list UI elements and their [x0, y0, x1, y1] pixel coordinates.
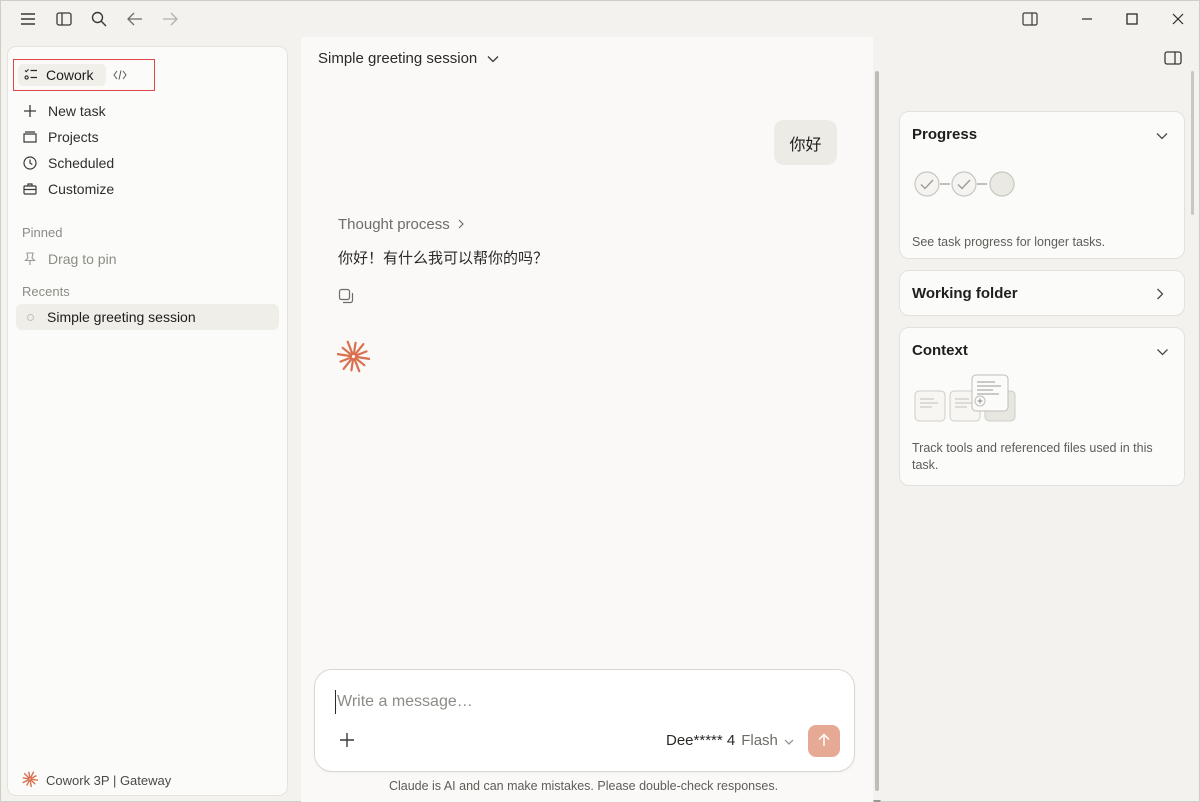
drag-to-pin-label: Drag to pin [48, 251, 117, 267]
app-window: Cowork New task Projects Scheduled Custo… [0, 0, 1200, 802]
menu-icon[interactable] [16, 7, 40, 31]
title-bar [1, 1, 1200, 37]
thought-process-toggle[interactable]: Thought process [338, 216, 464, 233]
progress-title: Progress [912, 126, 978, 143]
chevron-down-icon[interactable] [1156, 343, 1170, 357]
recent-item-label: Simple greeting session [47, 309, 196, 325]
copy-icon[interactable] [338, 288, 354, 304]
nav-scheduled-label: Scheduled [48, 155, 115, 171]
user-message: 你好 [774, 120, 837, 165]
nav-customize-label: Customize [48, 181, 115, 197]
code-mode-icon[interactable] [110, 65, 130, 85]
chevron-down-icon [784, 732, 794, 749]
nav-new-task[interactable]: New task [22, 100, 106, 122]
context-files-illustration [913, 373, 1019, 428]
recents-heading: Recents [22, 284, 70, 299]
chevron-right-icon [1156, 287, 1170, 301]
clock-icon [22, 155, 38, 171]
user-message-text: 你好 [789, 134, 822, 154]
back-arrow-icon[interactable] [123, 7, 147, 31]
message-composer: Dee***** 4 Flash [314, 669, 855, 772]
workspace-footer[interactable]: Cowork 3P | Gateway [22, 771, 171, 790]
drag-to-pin-area[interactable]: Drag to pin [22, 248, 116, 270]
progress-card: Progress See task progress for longer ta… [899, 111, 1185, 259]
nav-projects-label: Projects [48, 129, 99, 145]
assistant-message: 你好！有什么我可以帮你的吗？ [338, 249, 549, 267]
main-scrollbar[interactable] [875, 71, 879, 791]
attach-plus-button[interactable] [337, 730, 357, 750]
minimize-icon[interactable] [1075, 7, 1099, 31]
close-icon[interactable] [1166, 7, 1190, 31]
progress-steps-illustration [913, 170, 1019, 203]
working-folder-card[interactable]: Working folder [899, 270, 1185, 316]
pin-icon [22, 251, 38, 267]
chevron-down-icon[interactable] [1156, 127, 1170, 141]
sidebar-toggle-icon[interactable] [52, 7, 76, 31]
nav-new-task-label: New task [48, 103, 106, 119]
model-variant: Flash [741, 732, 778, 749]
message-input[interactable] [335, 690, 815, 714]
context-title: Context [912, 342, 968, 359]
session-title-dropdown[interactable]: Simple greeting session [318, 50, 499, 67]
right-panel-scrollbar[interactable] [1191, 71, 1194, 215]
session-title: Simple greeting session [318, 50, 478, 67]
chevron-down-icon [487, 50, 499, 67]
side-panel-toggle-icon[interactable] [1164, 51, 1184, 69]
folder-icon [22, 129, 38, 145]
nav-scheduled[interactable]: Scheduled [22, 152, 114, 174]
session-status-dot [27, 313, 34, 321]
arrow-up-icon [818, 732, 830, 750]
plus-icon [22, 103, 38, 119]
recent-item[interactable]: Simple greeting session [16, 304, 279, 330]
thought-process-label: Thought process [338, 216, 450, 233]
send-button[interactable] [808, 725, 840, 757]
ai-disclaimer: Claude is AI and can make mistakes. Plea… [388, 779, 779, 793]
maximize-icon[interactable] [1120, 7, 1144, 31]
claude-spark-icon [336, 340, 371, 376]
workspace-label: Cowork 3P | Gateway [46, 773, 172, 788]
cowork-mode-button[interactable]: Cowork [18, 64, 106, 86]
progress-description: See task progress for longer tasks. [912, 235, 1106, 249]
briefcase-icon [22, 181, 38, 197]
claude-spark-icon [22, 771, 39, 790]
context-description: Track tools and referenced files used in… [912, 441, 1153, 472]
forward-arrow-icon[interactable] [158, 7, 182, 31]
checklist-icon [24, 67, 38, 83]
working-folder-title: Working folder [912, 285, 1018, 302]
panel-layout-icon[interactable] [1018, 7, 1042, 31]
context-card: Context Track tools and referenced files… [899, 327, 1185, 486]
scroll-down-arrow-icon[interactable] [873, 793, 881, 802]
nav-customize[interactable]: Customize [22, 178, 114, 200]
model-name: Dee***** 4 [666, 732, 736, 749]
chevron-right-icon [458, 216, 464, 233]
nav-projects[interactable]: Projects [22, 126, 99, 148]
sidebar: Cowork New task Projects Scheduled Custo… [7, 46, 288, 796]
cowork-mode-label: Cowork [46, 67, 94, 83]
search-icon[interactable] [87, 7, 111, 31]
pinned-heading: Pinned [22, 225, 63, 240]
model-selector[interactable]: Dee***** 4 Flash [666, 732, 794, 749]
